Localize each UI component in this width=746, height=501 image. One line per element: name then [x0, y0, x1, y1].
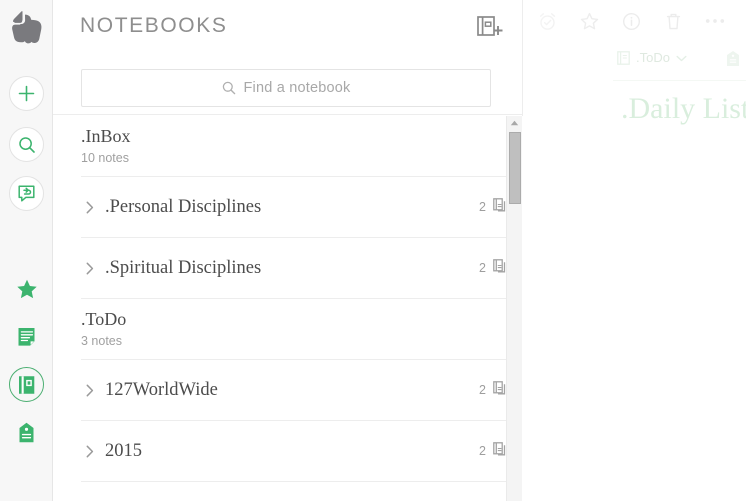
scrollbar-thumb[interactable] — [509, 132, 521, 204]
list-item[interactable]: .Personal Disciplines 2 — [81, 177, 515, 238]
search-button[interactable] — [9, 127, 44, 162]
chevron-right-icon[interactable] — [81, 262, 99, 275]
scrollbar-up-button[interactable] — [507, 116, 522, 130]
list-item[interactable]: 2015 2 — [81, 421, 515, 482]
tag-icon — [19, 422, 34, 443]
search-icon — [18, 136, 35, 153]
notebook-icon — [617, 50, 630, 65]
new-notebook-button[interactable] — [476, 14, 504, 40]
notebooks-panel-header: NOTEBOOKS Find a notebook — [53, 0, 522, 115]
chat-share-icon — [18, 185, 35, 202]
sidebar-item-shortcuts[interactable] — [9, 272, 44, 307]
favorite-button[interactable] — [579, 10, 599, 32]
note-notebook-selector[interactable]: .ToDo — [617, 50, 687, 65]
caret-up-icon — [510, 120, 519, 126]
stacked-notebooks-icon — [493, 197, 507, 217]
info-circle-icon — [622, 12, 640, 30]
stack-count: 2 — [479, 200, 486, 214]
chevron-right-icon[interactable] — [81, 201, 99, 214]
list-item[interactable]: .ToDo 3 notes — [81, 299, 515, 360]
notebook-note-count: 3 notes — [81, 334, 123, 348]
stacked-notebooks-icon — [493, 258, 507, 278]
note-pane-overlay — [523, 0, 746, 501]
list-item[interactable]: 127WorldWide 2 — [81, 360, 515, 421]
search-placeholder-text: Find a notebook — [243, 80, 351, 96]
notebooks-panel: NOTEBOOKS Find a notebook .InBox 10 note… — [53, 0, 523, 501]
star-icon — [580, 12, 598, 29]
new-note-button[interactable] — [9, 76, 44, 111]
note-tag-button[interactable] — [726, 50, 742, 68]
reminder-button[interactable] — [537, 10, 557, 32]
notebook-name: .InBox — [81, 126, 131, 146]
star-icon — [16, 279, 37, 299]
notebook-stack-name: 2015 — [105, 440, 142, 461]
notebook-note-count: 10 notes — [81, 151, 129, 165]
stack-count: 2 — [479, 383, 486, 397]
evernote-window: NOTEBOOKS Find a notebook .InBox 10 note… — [0, 0, 746, 501]
work-chat-button[interactable] — [9, 176, 44, 211]
note-icon — [18, 328, 35, 346]
stack-count: 2 — [479, 261, 486, 275]
list-item[interactable]: .Spiritual Disciplines 2 — [81, 238, 515, 299]
sidebar-item-tags[interactable] — [9, 415, 44, 450]
info-button[interactable] — [621, 10, 641, 32]
alarm-clock-icon — [539, 12, 555, 30]
sidebar-item-notes[interactable] — [9, 320, 44, 355]
chevron-down-icon[interactable] — [676, 50, 687, 65]
left-icon-rail — [0, 0, 53, 501]
list-item[interactable]: .InBox 10 notes — [81, 116, 515, 177]
note-editor-pane: .ToDo .Daily List • MORNING • Ma — [523, 0, 746, 501]
plus-icon — [18, 85, 35, 102]
stacked-notebooks-icon — [493, 441, 507, 461]
notebook-name: .ToDo — [81, 309, 127, 329]
note-title: .Daily List — [621, 92, 746, 125]
new-notebook-icon — [477, 16, 503, 36]
note-header-divider — [613, 80, 746, 81]
search-notebook-input[interactable]: Find a notebook — [81, 69, 491, 107]
page-title: NOTEBOOKS — [80, 14, 228, 37]
notebook-list[interactable]: .InBox 10 notes .Personal Disciplines 2 — [53, 116, 523, 501]
stack-count: 2 — [479, 444, 486, 458]
note-toolbar — [537, 10, 725, 32]
note-notebook-name: .ToDo — [636, 50, 670, 65]
sidebar-item-notebooks[interactable] — [9, 367, 44, 402]
list-item[interactable]: A-Z Travel Challenge — [81, 482, 515, 501]
tag-icon — [727, 51, 739, 66]
notebook-icon — [19, 375, 35, 394]
ellipsis-icon — [705, 19, 725, 23]
evernote-elephant-logo — [11, 10, 42, 44]
notebook-stack-name: .Spiritual Disciplines — [105, 257, 262, 278]
notebook-stack-name: 127WorldWide — [105, 379, 218, 400]
search-icon — [222, 81, 235, 95]
delete-button[interactable] — [663, 10, 683, 32]
more-button[interactable] — [705, 10, 725, 32]
stacked-notebooks-icon — [493, 380, 507, 400]
chevron-right-icon[interactable] — [81, 384, 99, 397]
trash-icon — [666, 13, 680, 29]
chevron-right-icon[interactable] — [81, 445, 99, 458]
notebook-list-scrollbar[interactable] — [506, 116, 522, 501]
notebook-stack-name: .Personal Disciplines — [105, 196, 262, 217]
